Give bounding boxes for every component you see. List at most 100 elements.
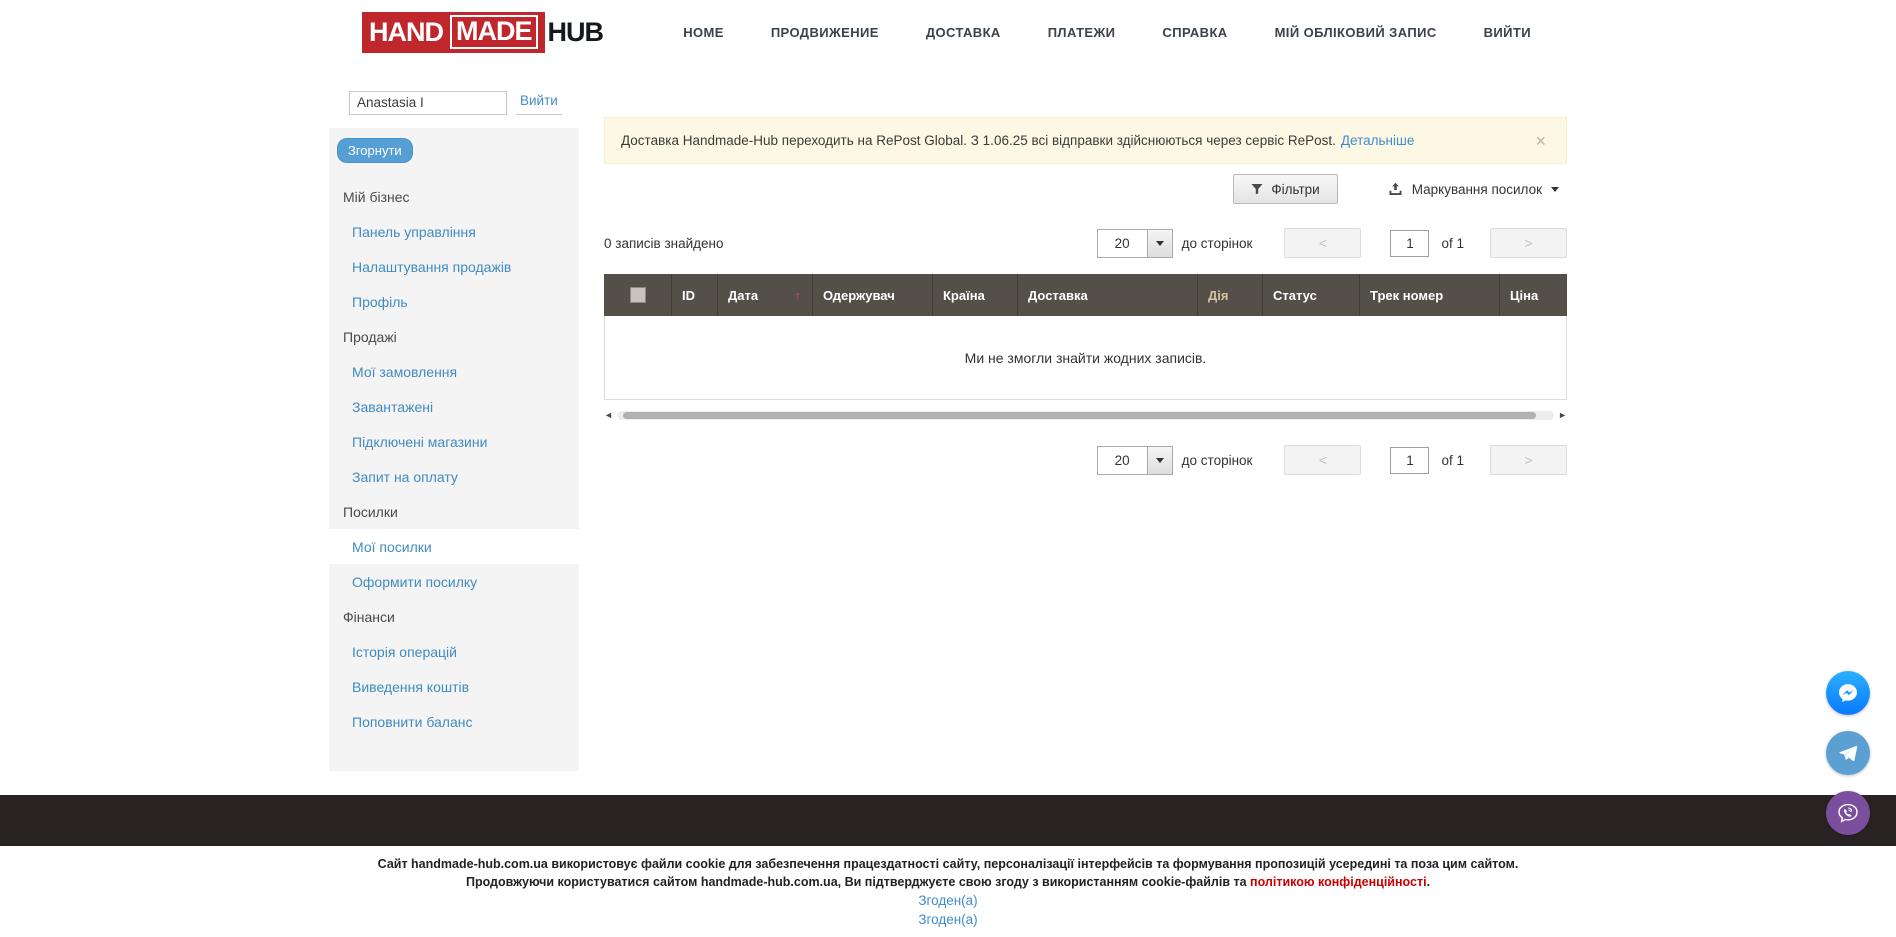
records-count: 0 записів знайдено xyxy=(604,236,724,251)
column-header-date[interactable]: Дата ↑ xyxy=(718,274,813,316)
column-header-country[interactable]: Країна xyxy=(933,274,1018,316)
pagination-bottom: 20 до сторінок < of 1 > xyxy=(1097,445,1567,475)
viber-icon[interactable] xyxy=(1826,791,1870,835)
table-header: ID Дата ↑ Одержувач Країна Доставка Дія … xyxy=(604,274,1567,316)
column-header-track-number[interactable]: Трек номер xyxy=(1360,274,1500,316)
sidebar-item-uploaded[interactable]: Завантажені xyxy=(329,389,579,424)
sidebar-item-operations-history[interactable]: Історія операцій xyxy=(329,634,579,669)
parcels-table: ID Дата ↑ Одержувач Країна Доставка Дія … xyxy=(604,274,1567,400)
column-header-recipient[interactable]: Одержувач xyxy=(813,274,933,316)
sidebar-item-my-orders[interactable]: Мої замовлення xyxy=(329,354,579,389)
sidebar-item-create-parcel[interactable]: Оформити посилку xyxy=(329,564,579,599)
agree-link-1[interactable]: Згоден(а) xyxy=(918,893,977,908)
next-page-button[interactable]: > xyxy=(1490,228,1567,258)
scroll-right-icon[interactable]: ► xyxy=(1558,411,1567,420)
page-size-value: 20 xyxy=(1098,230,1147,257)
footer-bar xyxy=(0,795,1896,846)
upload-icon xyxy=(1388,182,1403,196)
per-page-label: до сторінок xyxy=(1182,236,1253,251)
page-size-value: 20 xyxy=(1098,447,1147,474)
column-header-action[interactable]: Дія xyxy=(1198,274,1263,316)
page-of-label: of 1 xyxy=(1441,453,1464,468)
sidebar-section-finance: Фінанси xyxy=(329,599,579,634)
scrollbar-thumb[interactable] xyxy=(623,412,1536,419)
cookie-notice: Сайт handmade-hub.com.ua використовує фа… xyxy=(0,855,1896,891)
privacy-policy-link[interactable]: політикою конфіденційності xyxy=(1250,875,1427,889)
sidebar-item-profile[interactable]: Профіль xyxy=(329,284,579,319)
messenger-icon[interactable] xyxy=(1826,671,1870,715)
agree-link-2[interactable]: Згоден(а) xyxy=(918,912,977,927)
funnel-icon xyxy=(1251,183,1263,195)
column-header-status[interactable]: Статус xyxy=(1263,274,1360,316)
cookie-notice-line1: Сайт handmade-hub.com.ua використовує фа… xyxy=(0,855,1896,873)
horizontal-scrollbar: ◄ ► xyxy=(604,409,1567,422)
pagination-top: 20 до сторінок < of 1 > xyxy=(1097,228,1567,258)
pagination-bottom-row: 20 до сторінок < of 1 > xyxy=(604,445,1567,475)
cookie-notice-line2: Продовжуючи користуватися сайтом handmad… xyxy=(0,873,1896,891)
filters-button-label: Фільтри xyxy=(1271,182,1319,197)
telegram-icon[interactable] xyxy=(1826,731,1870,775)
app-logo[interactable]: HAND MADE HUB xyxy=(362,12,603,53)
agree-links: Згоден(а) Згоден(а) xyxy=(0,891,1896,929)
nav-item-help[interactable]: СПРАВКА xyxy=(1162,25,1227,40)
sidebar-item-connected-shops[interactable]: Підключені магазини xyxy=(329,424,579,459)
column-header-id[interactable]: ID xyxy=(672,274,718,316)
sidebar-item-dashboard[interactable]: Панель управління xyxy=(329,214,579,249)
prev-page-button[interactable]: < xyxy=(1284,228,1361,258)
caret-down-icon xyxy=(1551,187,1559,192)
sidebar: Вийти Згорнути Мій бізнес Панель управлі… xyxy=(329,64,579,771)
nav-item-promotion[interactable]: ПРОДВИЖЕНИЕ xyxy=(771,25,879,40)
nav-item-payments[interactable]: ПЛАТЕЖИ xyxy=(1048,25,1116,40)
sidebar-menu: Згорнути Мій бізнес Панель управління На… xyxy=(329,128,579,771)
username-input[interactable] xyxy=(349,91,507,115)
main-nav: HOME ПРОДВИЖЕНИЕ ДОСТАВКА ПЛАТЕЖИ СПРАВК… xyxy=(683,25,1531,40)
page-size-select[interactable]: 20 xyxy=(1097,229,1173,258)
sort-asc-icon: ↑ xyxy=(795,288,813,303)
nav-item-my-account[interactable]: МІЙ ОБЛІКОВИЙ ЗАПИС xyxy=(1275,25,1437,40)
nav-item-logout[interactable]: ВИЙТИ xyxy=(1484,25,1531,40)
prev-page-button[interactable]: < xyxy=(1284,445,1361,475)
logo-red-box: HAND MADE xyxy=(362,12,545,53)
sidebar-section-parcels: Посилки xyxy=(329,494,579,529)
select-all-checkbox[interactable] xyxy=(630,287,646,303)
sidebar-section-my-business: Мій бізнес xyxy=(329,179,579,214)
page-size-select[interactable]: 20 xyxy=(1097,446,1173,475)
filters-button[interactable]: Фільтри xyxy=(1233,174,1337,204)
sidebar-item-withdraw-funds[interactable]: Виведення коштів xyxy=(329,669,579,704)
column-header-delivery[interactable]: Доставка xyxy=(1018,274,1198,316)
notification-banner: Доставка Handmade-Hub переходить на RePo… xyxy=(604,117,1567,164)
logo-part-made: MADE xyxy=(450,15,538,49)
nav-item-home[interactable]: HOME xyxy=(683,25,724,40)
page-number-input[interactable] xyxy=(1390,230,1429,257)
banner-details-link[interactable]: Детальніше xyxy=(1341,133,1414,148)
results-row: 0 записів знайдено 20 до сторінок < of 1… xyxy=(604,228,1567,258)
next-page-button[interactable]: > xyxy=(1490,445,1567,475)
nav-item-delivery[interactable]: ДОСТАВКА xyxy=(926,25,1001,40)
sidebar-item-payment-request[interactable]: Запит на оплату xyxy=(329,459,579,494)
page-of-label: of 1 xyxy=(1441,236,1464,251)
sidebar-item-sales-settings[interactable]: Налаштування продажів xyxy=(329,249,579,284)
sidebar-section-sales: Продажі xyxy=(329,319,579,354)
logo-part-hand: HAND xyxy=(369,17,443,48)
caret-down-icon xyxy=(1147,230,1172,257)
per-page-label: до сторінок xyxy=(1182,453,1253,468)
parcel-marking-label: Маркування посилок xyxy=(1412,182,1542,197)
close-icon[interactable]: × xyxy=(1531,132,1550,150)
parcel-marking-dropdown[interactable]: Маркування посилок xyxy=(1388,182,1559,197)
sidebar-item-top-up-balance[interactable]: Поповнити баланс xyxy=(329,704,579,739)
sidebar-item-my-parcels[interactable]: Мої посилки xyxy=(329,529,579,564)
logo-part-hub: HUB xyxy=(548,17,604,48)
scrollbar-track[interactable] xyxy=(617,411,1554,420)
column-header-price[interactable]: Ціна xyxy=(1500,274,1567,316)
caret-down-icon xyxy=(1147,447,1172,474)
main-panel: Доставка Handmade-Hub переходить на RePo… xyxy=(604,64,1567,475)
select-all-cell xyxy=(604,274,672,316)
page-number-input[interactable] xyxy=(1390,447,1429,474)
collapse-button[interactable]: Згорнути xyxy=(337,138,413,163)
banner-text: Доставка Handmade-Hub переходить на RePo… xyxy=(621,133,1336,148)
empty-state-message: Ми не змогли знайти жодних записів. xyxy=(604,316,1567,400)
scroll-left-icon[interactable]: ◄ xyxy=(604,411,613,420)
top-header: HAND MADE HUB HOME ПРОДВИЖЕНИЕ ДОСТАВКА … xyxy=(0,0,1896,64)
sidebar-logout-link[interactable]: Вийти xyxy=(516,90,562,115)
page: HAND MADE HUB HOME ПРОДВИЖЕНИЕ ДОСТАВКА … xyxy=(0,0,1896,937)
